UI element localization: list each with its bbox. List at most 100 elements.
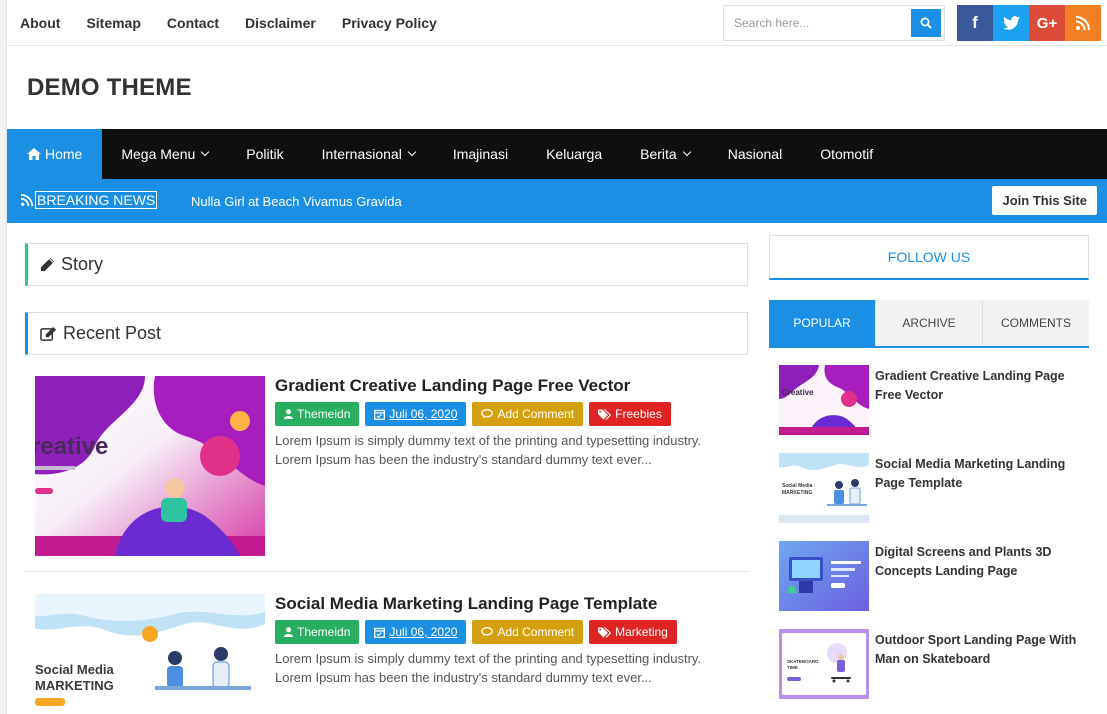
- post-meta: Themeidn Juli 06, 2020 Add Comment Freeb…: [275, 402, 671, 426]
- post-date: Juli 06, 2020: [389, 625, 458, 639]
- top-bar: About Sitemap Contact Disclaimer Privacy…: [7, 0, 1107, 46]
- popular-post-item: Creative Gradient Creative Landing Page …: [779, 365, 1089, 437]
- post-title[interactable]: Social Media Marketing Landing Page Temp…: [275, 594, 657, 614]
- top-link-sitemap[interactable]: Sitemap: [86, 15, 140, 31]
- calendar-icon: [374, 409, 386, 420]
- nav-item-berita[interactable]: Berita: [621, 129, 709, 179]
- sidebar-tabs: POPULAR ARCHIVE COMMENTS: [769, 300, 1089, 348]
- post-item: Social Media MARKETING Social Media Mark…: [25, 594, 748, 714]
- nav-item-label: Otomotif: [820, 146, 874, 162]
- google-plus-button[interactable]: G+: [1029, 5, 1065, 41]
- nav-item-nasional[interactable]: Nasional: [709, 129, 801, 179]
- nav-item-otomotif[interactable]: Otomotif: [801, 129, 892, 179]
- nav-item-mega-menu[interactable]: Mega Menu: [102, 129, 227, 179]
- follow-us-label: FOLLOW US: [887, 249, 971, 265]
- top-link-privacy-policy[interactable]: Privacy Policy: [342, 15, 437, 31]
- breaking-news-text: BREAKING NEWS: [34, 191, 158, 209]
- svg-text:MARKETING: MARKETING: [782, 490, 812, 496]
- breaking-news-label: BREAKING NEWS: [21, 191, 158, 209]
- author-tag[interactable]: Themeidn: [275, 620, 360, 644]
- nav-item-imajinasi[interactable]: Imajinasi: [434, 129, 527, 179]
- popular-post-thumbnail[interactable]: [779, 541, 869, 611]
- category-tag[interactable]: Freebies: [589, 402, 671, 426]
- date-tag[interactable]: Juli 06, 2020: [365, 620, 467, 644]
- chevron-down-icon: [407, 147, 417, 157]
- tags-icon: [598, 626, 612, 638]
- tab-popular[interactable]: POPULAR: [769, 300, 876, 346]
- popular-post-title[interactable]: Digital Screens and Plants 3D Concepts L…: [875, 543, 1080, 581]
- nav-item-internasional[interactable]: Internasional: [303, 129, 434, 179]
- tab-archive[interactable]: ARCHIVE: [876, 300, 983, 346]
- post-item: reative Gradient Creative Landing Page F…: [25, 376, 748, 556]
- join-site-button[interactable]: Join This Site: [992, 186, 1097, 215]
- popular-post-item: Social Media MARKETING Social Media Mark…: [779, 453, 1089, 525]
- top-link-about[interactable]: About: [20, 15, 60, 31]
- twitter-icon: [1002, 16, 1020, 30]
- category-name: Freebies: [615, 407, 662, 421]
- site-title[interactable]: DEMO THEME: [27, 74, 192, 102]
- post-excerpt: Lorem Ipsum is simply dummy text of the …: [275, 651, 702, 685]
- page-left-edge: [0, 0, 7, 714]
- post-image-illustration: Social Media MARKETING: [35, 594, 265, 714]
- pencil-icon: [40, 257, 55, 272]
- post-image-illustration: [779, 541, 869, 611]
- facebook-button[interactable]: f: [957, 5, 993, 41]
- edit-icon: [40, 326, 57, 341]
- recent-post-section-header: Recent Post: [25, 312, 748, 355]
- popular-post-thumbnail[interactable]: Creative: [779, 365, 869, 435]
- comment-icon: [481, 409, 494, 419]
- top-link-disclaimer[interactable]: Disclaimer: [245, 15, 316, 31]
- post-image-illustration: Creative: [779, 365, 869, 435]
- search-button[interactable]: [911, 9, 941, 37]
- nav-item-label: Imajinasi: [452, 146, 509, 162]
- svg-text:TIME: TIME: [787, 665, 798, 670]
- category-tag[interactable]: Marketing: [589, 620, 677, 644]
- rss-icon: [1076, 16, 1090, 30]
- popular-post-title[interactable]: Social Media Marketing Landing Page Temp…: [875, 455, 1080, 493]
- rss-button[interactable]: [1065, 5, 1101, 41]
- svg-text:SKATEBOARD: SKATEBOARD: [787, 659, 819, 664]
- breaking-news-item[interactable]: Nulla Girl at Beach Vivamus Gravida: [191, 194, 402, 209]
- svg-text:reative: reative: [35, 433, 108, 460]
- post-thumbnail[interactable]: reative: [35, 376, 265, 556]
- search-input[interactable]: [724, 6, 912, 40]
- svg-text:Creative: Creative: [782, 388, 814, 397]
- nav-item-politik[interactable]: Politik: [227, 129, 302, 179]
- chevron-down-icon: [682, 147, 691, 157]
- calendar-icon: [374, 627, 386, 638]
- comment-tag[interactable]: Add Comment: [472, 402, 584, 426]
- top-link-contact[interactable]: Contact: [167, 15, 219, 31]
- post-date: Juli 06, 2020: [389, 407, 458, 421]
- nav-item-label: Keluarga: [546, 146, 603, 162]
- post-title[interactable]: Gradient Creative Landing Page Free Vect…: [275, 376, 630, 396]
- top-links: About Sitemap Contact Disclaimer Privacy…: [20, 0, 437, 46]
- comment-tag[interactable]: Add Comment: [472, 620, 584, 644]
- post-image-illustration: reative: [35, 376, 265, 556]
- post-thumbnail[interactable]: Social Media MARKETING: [35, 594, 265, 714]
- twitter-button[interactable]: [993, 5, 1029, 41]
- popular-post-thumbnail[interactable]: SKATEBOARD TIME: [779, 629, 869, 699]
- comment-label: Add Comment: [497, 407, 575, 421]
- user-icon: [284, 627, 293, 637]
- post-image-illustration: Social Media MARKETING: [779, 453, 869, 523]
- tab-comments[interactable]: COMMENTS: [983, 300, 1089, 346]
- svg-text:Social Media: Social Media: [782, 483, 813, 489]
- date-tag[interactable]: Juli 06, 2020: [365, 402, 467, 426]
- svg-text:Social Media: Social Media: [35, 662, 115, 677]
- nav-item-label: Politik: [246, 146, 284, 162]
- category-name: Marketing: [615, 625, 668, 639]
- popular-post-title[interactable]: Outdoor Sport Landing Page With Man on S…: [875, 631, 1080, 669]
- google-plus-icon: G+: [1036, 14, 1058, 32]
- comment-label: Add Comment: [497, 625, 575, 639]
- nav-item-home[interactable]: Home: [7, 129, 103, 179]
- author-name: Themeidn: [297, 625, 351, 639]
- search-box: [723, 5, 945, 41]
- popular-post-title[interactable]: Gradient Creative Landing Page Free Vect…: [875, 367, 1080, 405]
- nav-item-label: Internasional: [321, 146, 402, 162]
- author-tag[interactable]: Themeidn: [275, 402, 360, 426]
- popular-post-thumbnail[interactable]: Social Media MARKETING: [779, 453, 869, 523]
- post-excerpt: Lorem Ipsum is simply dummy text of the …: [275, 433, 702, 467]
- section-title: Story: [61, 254, 104, 274]
- breaking-news-bar: BREAKING NEWS Nulla Girl at Beach Vivamu…: [7, 179, 1107, 223]
- nav-item-keluarga[interactable]: Keluarga: [527, 129, 621, 179]
